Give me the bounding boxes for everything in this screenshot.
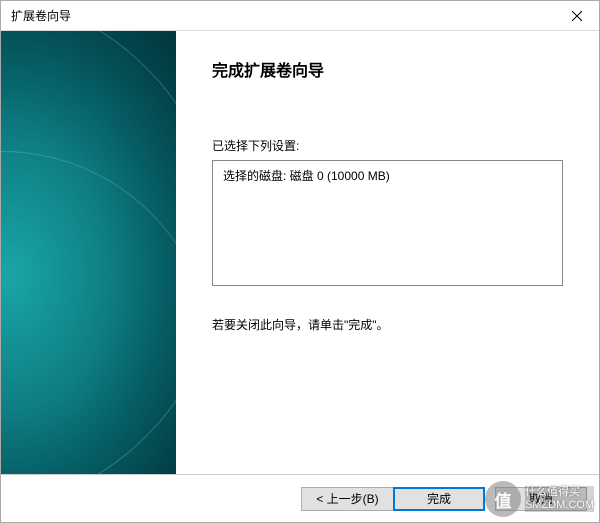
wizard-body: 完成扩展卷向导 已选择下列设置: 选择的磁盘: 磁盘 0 (10000 MB) … xyxy=(1,31,599,474)
cancel-button[interactable]: 取消 xyxy=(495,487,587,511)
page-heading: 完成扩展卷向导 xyxy=(212,57,563,81)
settings-listbox[interactable]: 选择的磁盘: 磁盘 0 (10000 MB) xyxy=(212,160,563,286)
back-button[interactable]: < 上一步(B) xyxy=(301,487,393,511)
settings-line: 选择的磁盘: 磁盘 0 (10000 MB) xyxy=(223,167,552,184)
finish-button[interactable]: 完成 xyxy=(393,487,485,511)
instruction-text: 若要关闭此向导，请单击"完成"。 xyxy=(212,316,563,333)
wizard-content: 完成扩展卷向导 已选择下列设置: 选择的磁盘: 磁盘 0 (10000 MB) … xyxy=(176,31,599,474)
settings-label: 已选择下列设置: xyxy=(212,137,563,154)
close-button[interactable] xyxy=(554,1,599,31)
close-icon xyxy=(572,11,582,21)
titlebar: 扩展卷向导 xyxy=(1,1,599,31)
wizard-sidebar-graphic xyxy=(1,31,176,474)
wizard-footer: < 上一步(B) 完成 取消 xyxy=(1,474,599,522)
window-title: 扩展卷向导 xyxy=(11,7,71,24)
wizard-window: 扩展卷向导 完成扩展卷向导 已选择下列设置: 选择的磁盘: 磁盘 0 (1000… xyxy=(0,0,600,523)
